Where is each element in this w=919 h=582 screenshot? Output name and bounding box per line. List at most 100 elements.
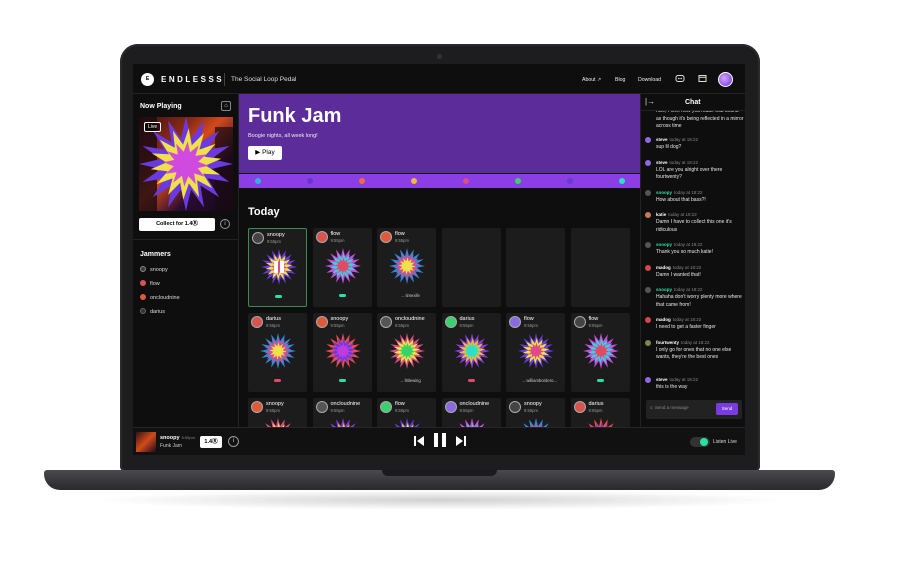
loop-artwork[interactable] (389, 333, 425, 369)
loop-avatar[interactable] (251, 401, 263, 413)
loop-card[interactable]: snoopy 9:55pm (248, 228, 307, 307)
loop-avatar[interactable] (315, 316, 328, 328)
strip-loop-dot[interactable] (463, 178, 469, 184)
jammer-item[interactable]: darius (140, 308, 165, 315)
loop-artwork[interactable] (518, 418, 554, 427)
strip-loop-dot[interactable] (359, 178, 365, 184)
loop-card[interactable]: flow 9:55pm → timexife (377, 228, 436, 307)
jammer-item[interactable]: snoopy (140, 266, 168, 273)
chat-avatar[interactable] (645, 287, 651, 293)
chat-user[interactable]: steve today at 18:22 (656, 137, 698, 142)
jam-color-strip[interactable] (239, 174, 640, 188)
strip-loop-dot[interactable] (515, 178, 521, 184)
chat-user[interactable]: steve today at 18:22 (656, 160, 698, 165)
loop-avatar[interactable] (251, 316, 263, 328)
loop-avatar[interactable] (380, 231, 392, 243)
window-icon[interactable] (698, 74, 707, 85)
loop-card[interactable]: snoopy 9:55pm (248, 398, 307, 427)
loop-avatar[interactable] (315, 401, 328, 413)
loop-avatar[interactable] (509, 316, 521, 328)
loop-card[interactable]: flow 9:55pm (312, 228, 372, 307)
next-icon[interactable] (456, 434, 466, 452)
pause-overlay-icon[interactable] (271, 259, 287, 275)
bag-icon[interactable]: ⌂ (221, 101, 231, 111)
strip-loop-dot[interactable] (307, 178, 313, 184)
loop-artwork[interactable] (260, 418, 296, 427)
loop-card[interactable]: oncloudnine 9:55pm (312, 398, 372, 427)
loop-artwork[interactable] (583, 418, 619, 427)
loop-card[interactable]: flow 9:55pm → williambordero... (506, 313, 565, 392)
chat-user[interactable]: madog today at 18:22 (656, 265, 701, 270)
loop-artwork[interactable] (324, 248, 361, 284)
play-button[interactable]: ▶ Play (248, 146, 282, 160)
loop-collected-by[interactable]: → williambordero... (514, 378, 564, 383)
jammer-item[interactable]: flow (140, 280, 160, 287)
loop-card[interactable]: snoopy 9:55pm (506, 398, 565, 427)
loop-artwork[interactable] (389, 418, 425, 427)
chat-user[interactable]: madog today at 18:22 (656, 317, 701, 322)
loop-card[interactable]: darius 9:55pm (248, 313, 307, 392)
chat-avatar[interactable] (645, 189, 651, 196)
loop-avatar[interactable] (315, 231, 328, 243)
loop-artwork[interactable] (389, 248, 425, 284)
loop-avatar[interactable] (573, 316, 586, 328)
collapse-icon[interactable]: |→ (645, 97, 655, 106)
loop-avatar[interactable] (573, 401, 586, 413)
previous-icon[interactable] (414, 434, 424, 452)
player-user[interactable]: snoopy 9:55pm (160, 435, 195, 441)
loop-avatar[interactable] (509, 401, 521, 413)
strip-loop-dot[interactable] (411, 178, 417, 184)
nav-blog-link[interactable]: Blog (615, 77, 625, 83)
player-jam-name[interactable]: Funk Jam (160, 443, 182, 449)
send-button[interactable]: Send (716, 403, 738, 415)
loop-avatar[interactable] (444, 316, 457, 328)
loop-card[interactable]: darius 9:55pm (570, 398, 630, 427)
brand-name[interactable]: ENDLESSS (161, 75, 224, 84)
jammer-item[interactable]: oncloudnine (140, 294, 180, 301)
chat-avatar[interactable] (645, 317, 651, 323)
chat-user[interactable]: snoopy today at 18:22 (656, 242, 703, 247)
loop-avatar[interactable] (380, 316, 392, 328)
chat-user[interactable]: katie today at 18:22 (656, 212, 697, 217)
message-input[interactable]: ☺ Send a message (649, 405, 689, 410)
loop-collected-by[interactable]: → timexife (385, 293, 435, 298)
chat-avatar[interactable] (645, 377, 651, 383)
loop-artwork[interactable] (324, 333, 361, 369)
loop-avatar[interactable] (252, 232, 264, 244)
loop-artwork[interactable] (325, 418, 361, 427)
loop-card[interactable]: darius 9:55pm (441, 313, 501, 392)
user-avatar[interactable] (718, 72, 733, 87)
chat-avatar[interactable] (645, 264, 651, 271)
strip-loop-dot[interactable] (567, 178, 573, 184)
loop-card[interactable]: flow 9:55pm (377, 398, 436, 427)
endlesss-logo-icon[interactable]: E (141, 73, 154, 86)
chat-user[interactable]: steve today at 18:22 (656, 377, 698, 382)
chat-user[interactable]: snoopy today at 18:22 (656, 190, 703, 195)
loop-card[interactable]: flow 9:55pm (570, 313, 630, 392)
pause-icon[interactable] (433, 432, 447, 453)
loop-collected-by[interactable]: → littlewing (385, 378, 435, 383)
chat-avatar[interactable] (645, 242, 651, 248)
chat-user[interactable]: fourtwenty today at 18:22 (656, 340, 710, 345)
player-info-button[interactable]: i (228, 436, 239, 447)
loop-artwork[interactable] (518, 333, 554, 369)
nav-about-link[interactable]: About ↗ (582, 77, 601, 83)
strip-loop-dot[interactable] (619, 178, 625, 184)
loop-avatar[interactable] (444, 401, 457, 413)
player-collect-button[interactable]: 1.4Ⓡ (200, 436, 222, 448)
collect-button[interactable]: Collect for 1.4Ⓡ (139, 218, 215, 231)
loop-artwork[interactable] (260, 333, 296, 369)
loop-artwork[interactable] (453, 333, 490, 369)
chat-avatar[interactable] (645, 339, 651, 346)
chat-user[interactable]: snoopy today at 18:22 (656, 287, 703, 292)
player-thumbnail[interactable] (136, 432, 156, 452)
loop-card[interactable]: snoopy 9:55pm (312, 313, 372, 392)
loop-artwork[interactable] (582, 333, 619, 369)
discord-icon[interactable] (675, 74, 685, 85)
loop-artwork[interactable] (454, 418, 490, 427)
chat-avatar[interactable] (645, 159, 651, 166)
chat-avatar[interactable] (645, 137, 651, 143)
info-button[interactable]: i (220, 219, 230, 229)
chat-avatar[interactable] (645, 212, 651, 218)
loop-card[interactable]: oncloudnine 9:55pm → littlewing (377, 313, 436, 392)
